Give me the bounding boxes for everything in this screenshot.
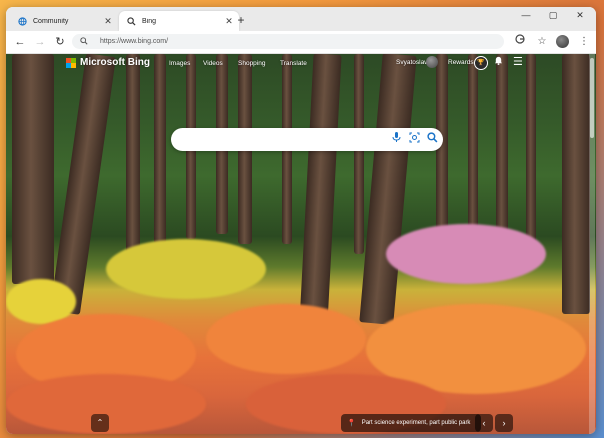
visual-search-icon[interactable] [407, 132, 421, 146]
microsoft-logo-icon [66, 57, 76, 68]
tab-strip: Community ✕ Bing ✕ + — ▢ ✕ [6, 7, 596, 31]
next-image-button[interactable]: › [495, 414, 513, 432]
reload-icon[interactable]: ↻ [52, 34, 68, 50]
address-bar[interactable]: https://www.bing.com/ [72, 34, 504, 49]
tab-title: Community [33, 17, 69, 25]
browser-window: Community ✕ Bing ✕ + — ▢ ✕ ← → ↻ https:/… [6, 7, 596, 434]
bing-logo[interactable]: Microsoft Bing [66, 57, 150, 68]
search-icon [126, 16, 136, 26]
tab-title: Bing [142, 17, 157, 25]
close-window-icon[interactable]: ✕ [570, 10, 590, 21]
scroll-up-button[interactable]: ⌃ [91, 414, 109, 432]
search-icon[interactable] [425, 132, 439, 146]
new-tab-button[interactable]: + [233, 12, 249, 28]
bookmark-star-icon[interactable]: ☆ [534, 34, 550, 50]
nav-images[interactable]: Images [169, 60, 190, 67]
google-lens-icon[interactable] [512, 34, 528, 50]
logo-text: Microsoft Bing [80, 57, 150, 68]
nav-videos[interactable]: Videos [203, 60, 223, 67]
user-avatar[interactable] [426, 56, 438, 68]
tab-bing[interactable]: Bing ✕ [119, 11, 239, 31]
notifications-bell-icon[interactable] [494, 56, 503, 67]
toolbar: ← → ↻ https://www.bing.com/ ☆ ⋮ [6, 31, 596, 54]
nav-translate[interactable]: Translate [280, 60, 307, 67]
globe-icon [17, 16, 27, 26]
user-name[interactable]: Svyatoslav [396, 59, 427, 66]
url-text: https://www.bing.com/ [100, 38, 169, 45]
caption-text: Part science experiment, part public par… [361, 420, 471, 426]
page-scrollbar[interactable] [589, 54, 595, 434]
previous-image-button[interactable]: ‹ [475, 414, 493, 432]
bing-search-box[interactable] [171, 128, 443, 151]
more-menu-icon[interactable]: ⋮ [576, 34, 592, 50]
location-pin-icon: 📍 [347, 420, 356, 427]
back-icon[interactable]: ← [12, 34, 28, 50]
profile-avatar[interactable] [556, 35, 569, 48]
bing-homepage: Microsoft Bing Images Videos Shopping Tr… [6, 54, 596, 434]
tab-community[interactable]: Community ✕ [10, 11, 118, 31]
minimize-icon[interactable]: — [516, 10, 536, 20]
forward-icon[interactable]: → [32, 34, 48, 50]
nav-shopping[interactable]: Shopping [238, 60, 265, 67]
microphone-icon[interactable] [389, 132, 403, 146]
close-tab-icon[interactable]: ✕ [102, 16, 114, 27]
search-icon [80, 36, 94, 47]
bing-header: Microsoft Bing Images Videos Shopping Tr… [6, 54, 596, 78]
maximize-icon[interactable]: ▢ [543, 10, 563, 21]
rewards-trophy-icon[interactable]: 🏆 [474, 56, 488, 70]
image-caption[interactable]: 📍 Part science experiment, part public p… [341, 414, 481, 432]
rewards-link[interactable]: Rewards [448, 59, 474, 66]
hamburger-menu-icon[interactable]: ☰ [513, 55, 523, 68]
